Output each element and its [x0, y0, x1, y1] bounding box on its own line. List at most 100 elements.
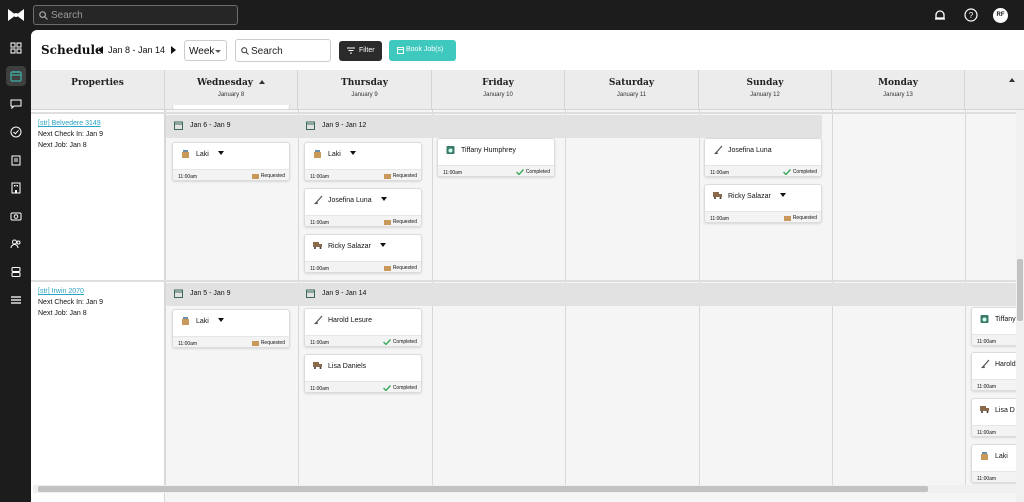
broom-icon	[714, 145, 723, 155]
filter-button[interactable]: Filter	[339, 41, 382, 61]
money-icon	[10, 212, 22, 221]
day-header-sunday[interactable]: Sunday January 12	[699, 70, 832, 110]
dropdown-caret-icon[interactable]	[349, 151, 356, 155]
calendar-plus-icon	[397, 47, 404, 54]
stay-dates: Jan 9 - Jan 14	[322, 290, 367, 297]
job-card[interactable]: Laki 11:00am Requested	[304, 142, 422, 181]
logo-icon[interactable]	[7, 8, 25, 22]
property-link[interactable]: [str] Belvedere 3149	[38, 120, 101, 127]
help-icon[interactable]: ?	[964, 8, 978, 22]
filter-icon	[347, 47, 355, 54]
job-card[interactable]: Tiffany Humphrey 11:00am Completed	[437, 138, 555, 177]
broom-icon	[314, 195, 323, 205]
job-time: 11:00am	[977, 476, 997, 482]
next-check-in: Next Check In: Jan 9	[38, 131, 103, 138]
vertical-scroll-thumb[interactable]	[1017, 259, 1023, 321]
broom-icon	[314, 315, 323, 325]
job-status: Completed	[392, 339, 417, 345]
job-time: 11:00am	[310, 340, 330, 346]
job-assignee: Lisa Daniels	[328, 363, 367, 370]
calendar-icon	[10, 71, 22, 82]
job-time: 11:00am	[977, 384, 997, 390]
job-card[interactable]: Harold Lesure 11:00am Completed	[304, 308, 422, 347]
job-assignee: Harold	[995, 361, 1016, 368]
vertical-scrollbar[interactable]	[1016, 110, 1024, 502]
sidebar-item-schedule[interactable]	[6, 66, 26, 86]
date-range: Jan 8 - Jan 14	[108, 45, 166, 55]
truck-icon	[313, 242, 322, 249]
next-week-icon[interactable]	[171, 46, 176, 54]
stay-bar[interactable]: Jan 9 - Jan 14	[298, 283, 1016, 306]
day-date: January 8	[217, 92, 245, 98]
cleaning-bucket-icon	[182, 317, 189, 325]
job-status: Requested	[792, 215, 817, 221]
sidebar-item-team[interactable]	[6, 234, 26, 254]
calendar-icon	[306, 121, 315, 130]
job-card[interactable]: Josefina Luna 11:00am Completed	[704, 138, 822, 177]
job-card[interactable]: Ricky Salazar 11:00am Requested	[704, 184, 822, 223]
job-time: 11:00am	[178, 174, 198, 180]
properties-header-label: Properties	[71, 78, 124, 88]
book-jobs-button[interactable]: Book Job(s)	[389, 40, 456, 61]
sidebar-item-menu[interactable]	[6, 290, 26, 310]
sidebar-item-inventory[interactable]	[6, 262, 26, 282]
dropdown-caret-icon[interactable]	[379, 243, 386, 247]
stay-bar[interactable]: Jan 6 - Jan 9	[166, 115, 306, 138]
property-link[interactable]: [str] Irwin 2070	[38, 288, 84, 295]
notification-bell-icon[interactable]	[933, 8, 947, 22]
day-name: Thursday	[341, 78, 388, 88]
job-time: 11:00am	[977, 430, 997, 436]
day-header-monday[interactable]: Monday January 13	[832, 70, 965, 110]
dropdown-caret-icon[interactable]	[217, 318, 224, 322]
job-card[interactable]: Lisa Daniels 11:00am Completed	[304, 354, 422, 393]
requested-icon	[251, 174, 259, 179]
chevron-down-icon	[215, 50, 221, 53]
sidebar-item-messages[interactable]	[6, 94, 26, 114]
day-header-saturday[interactable]: Saturday January 11	[565, 70, 699, 110]
job-status: Requested	[392, 173, 417, 179]
job-card[interactable]: Josefina Luna 11:00am Requested	[304, 188, 422, 227]
chat-icon	[10, 99, 22, 110]
horizontal-scroll-thumb[interactable]	[38, 486, 928, 492]
prev-week-icon[interactable]	[98, 46, 103, 54]
job-time: 11:00am	[310, 266, 330, 272]
day-header-wednesday[interactable]: Wednesday January 8	[165, 70, 298, 110]
job-assignee: Laki	[196, 318, 209, 325]
day-header-thursday[interactable]: Thursday January 9	[298, 70, 432, 110]
job-card[interactable]: Laki 11:00am Requested	[172, 142, 290, 181]
user-avatar[interactable]: RF	[993, 8, 1008, 23]
day-name: Monday	[878, 78, 918, 88]
sidebar-item-properties[interactable]	[6, 178, 26, 198]
stay-bar[interactable]: Jan 5 - Jan 9	[166, 283, 306, 306]
global-search-input[interactable]: Search	[33, 5, 238, 25]
stay-bar[interactable]: Jan 9 - Jan 12	[298, 115, 822, 138]
job-card[interactable]: Ricky Salazar 11:00am Requested	[304, 234, 422, 273]
menu-icon	[11, 296, 21, 304]
view-select[interactable]: Week	[184, 40, 227, 61]
day-date: January 13	[883, 92, 913, 98]
day-header-friday[interactable]: Friday January 10	[432, 70, 565, 110]
job-time: 11:00am	[310, 220, 330, 226]
sidebar-item-payments[interactable]	[6, 206, 26, 226]
cleaning-bucket-icon	[182, 150, 189, 158]
schedule-search-input[interactable]: Search	[235, 39, 331, 62]
job-card-partial[interactable]	[172, 105, 290, 110]
sidebar-item-tasks[interactable]	[6, 122, 26, 142]
dropdown-caret-icon[interactable]	[779, 193, 786, 197]
properties-header[interactable]: Properties	[31, 70, 165, 110]
day-date: January 10	[483, 92, 513, 98]
dropdown-caret-icon[interactable]	[217, 151, 224, 155]
schedule-toolbar: Schedule Jan 8 - Jan 14 Week Search Filt…	[31, 30, 1024, 70]
dropdown-caret-icon[interactable]	[380, 197, 387, 201]
dashboard-icon	[10, 42, 22, 54]
check-icon	[782, 169, 791, 175]
job-assignee: Laki	[995, 453, 1008, 460]
sidebar-item-dashboard[interactable]	[6, 38, 26, 58]
job-card[interactable]: Laki 11:00am Requested	[172, 309, 290, 348]
horizontal-scrollbar[interactable]	[33, 485, 1022, 493]
sidebar-item-checklists[interactable]	[6, 150, 26, 170]
stay-dates: Jan 6 - Jan 9	[190, 122, 231, 129]
sort-icon	[1009, 78, 1015, 82]
day-header-tuesday-partial[interactable]	[965, 70, 1024, 110]
sort-asc-icon	[259, 80, 266, 84]
